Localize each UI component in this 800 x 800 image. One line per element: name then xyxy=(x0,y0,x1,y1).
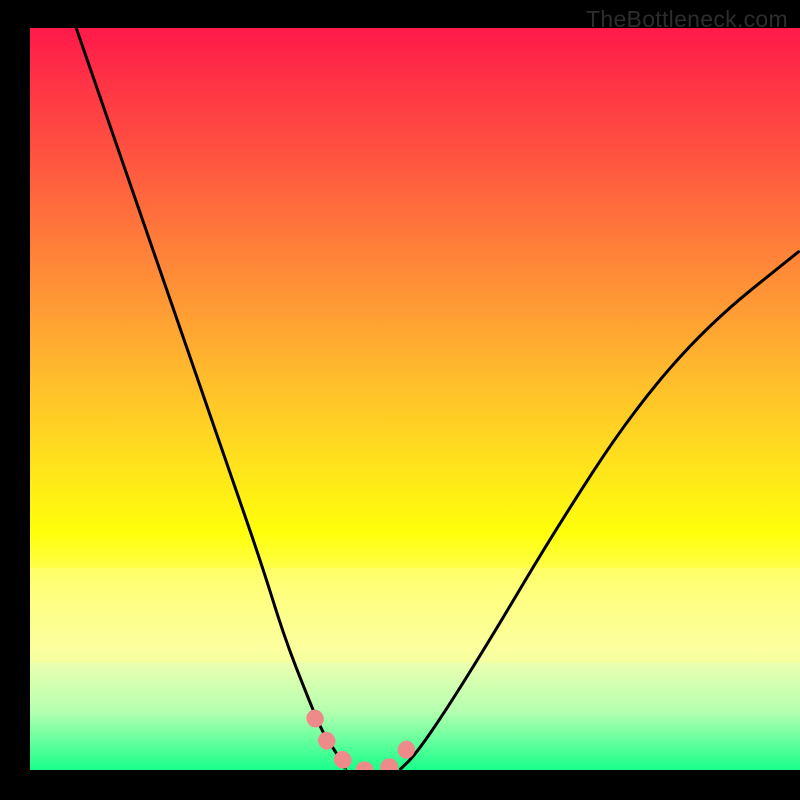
curve-line-group xyxy=(76,28,800,770)
chart-curves-svg xyxy=(30,28,800,770)
chart-frame: TheBottleneck.com xyxy=(0,0,800,800)
pink-underline xyxy=(315,718,415,770)
right-curve xyxy=(400,251,800,770)
chart-plot-area xyxy=(30,28,800,770)
left-curve xyxy=(76,28,346,770)
watermark-text: TheBottleneck.com xyxy=(586,6,788,33)
